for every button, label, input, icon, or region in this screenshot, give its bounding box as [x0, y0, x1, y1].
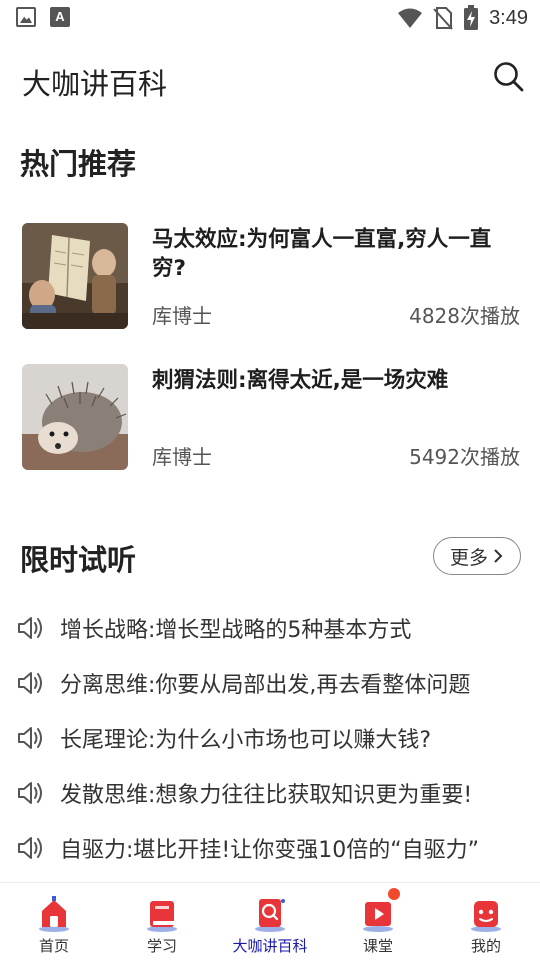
status-time: 3:49 — [489, 6, 528, 29]
hot-item-plays: 5492次播放 — [409, 445, 520, 469]
list-item-title: 自驱力:堪比开挂!让你变强10倍的“自驱力” — [60, 838, 480, 863]
list-item[interactable]: 分离思维:你要从局部出发,再去看整体问题 — [16, 663, 520, 703]
nav-label: 我的 — [470, 937, 501, 955]
speaker-icon — [18, 727, 42, 749]
status-right: 3:49 — [397, 5, 528, 31]
hot-section-title: 热门推荐 — [20, 147, 137, 181]
home-icon — [39, 896, 69, 932]
nav-label: 课堂 — [362, 937, 393, 955]
hot-item-plays: 4828次播放 — [409, 304, 520, 328]
profile-face-icon — [471, 901, 501, 932]
list-item-title: 发散思维:想象力往往比获取知识更为重要! — [60, 783, 473, 808]
hot-item[interactable]: 刺猬法则:离得太近,是一场灾难 库博士 5492次播放 — [22, 364, 520, 470]
wifi-icon — [398, 8, 423, 28]
list-item-title: 增长战略:增长型战略的5种基本方式 — [60, 618, 412, 643]
battery-charging-icon — [464, 5, 479, 30]
nav-item-home[interactable]: 首页 — [0, 883, 108, 960]
nav-item-encyclopedia[interactable]: 大咖讲百科 — [216, 883, 324, 960]
nav-item-study[interactable]: 学习 — [108, 883, 216, 960]
no-sim-icon — [433, 7, 453, 30]
list-item[interactable]: 增长战略:增长型战略的5种基本方式 — [16, 608, 520, 648]
status-bar: A 3:49 — [0, 0, 540, 36]
limited-section-title: 限时试听 — [20, 543, 137, 577]
nav-label: 大咖讲百科 — [232, 937, 308, 955]
notification-dot — [388, 888, 400, 900]
speaker-icon — [18, 672, 42, 694]
nav-item-classroom[interactable]: 课堂 — [324, 883, 432, 960]
list-item-title: 分离思维:你要从局部出发,再去看整体问题 — [60, 673, 471, 698]
text-notification-icon: A — [50, 7, 70, 27]
hot-item-author: 库博士 — [152, 445, 212, 469]
encyclopedia-search-icon — [255, 899, 285, 932]
hot-item[interactable]: 马太效应:为何富人一直富,穷人一直穷? 库博士 4828次播放 — [22, 223, 520, 329]
list-item[interactable]: 发散思维:想象力往往比获取知识更为重要! — [16, 773, 520, 813]
chevron-right-icon — [494, 549, 503, 563]
speaker-icon — [18, 837, 42, 859]
search-button[interactable] — [492, 60, 526, 94]
hot-item-title: 刺猬法则:离得太近,是一场灾难 — [152, 368, 449, 393]
more-button-label: 更多 — [449, 546, 488, 569]
hot-thumbnail — [22, 364, 128, 470]
more-button[interactable]: 更多 — [433, 537, 521, 575]
nav-label: 首页 — [38, 937, 69, 955]
list-item[interactable]: 长尾理论:为什么小市场也可以赚大钱? — [16, 718, 520, 758]
hot-item-title: 马太效应:为何富人一直富,穷人一直穷? — [152, 227, 492, 281]
status-left: A — [16, 7, 70, 27]
nav-label: 学习 — [146, 937, 177, 955]
speaker-icon — [18, 617, 42, 639]
hot-thumbnail — [22, 223, 128, 329]
nav-item-profile[interactable]: 我的 — [432, 883, 540, 960]
bottom-nav: 首页 学习 大咖讲百科 课堂 我的 — [0, 882, 540, 960]
image-notification-icon — [16, 7, 36, 27]
list-item[interactable]: 自驱力:堪比开挂!让你变强10倍的“自驱力” — [16, 828, 520, 868]
speaker-icon — [18, 782, 42, 804]
book-icon — [147, 901, 177, 932]
search-icon — [494, 62, 524, 92]
page-title: 大咖讲百科 — [22, 67, 168, 101]
hot-item-author: 库博士 — [152, 304, 212, 328]
list-item-title: 长尾理论:为什么小市场也可以赚大钱? — [60, 728, 432, 753]
app-header: 大咖讲百科 — [0, 36, 540, 122]
